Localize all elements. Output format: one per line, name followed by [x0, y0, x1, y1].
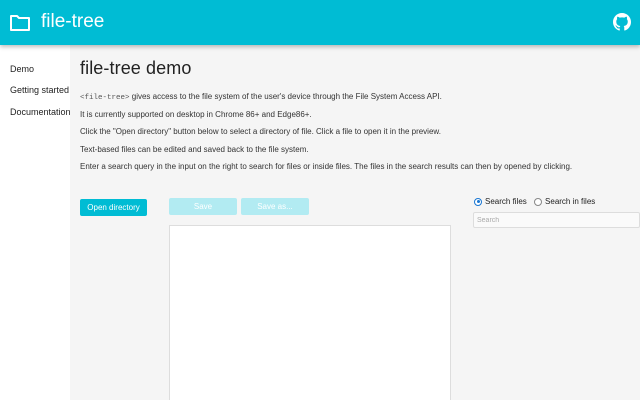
search-in-files-radio[interactable]: Search in files	[534, 197, 595, 206]
sidebar: Demo Getting started Documentation	[0, 45, 71, 400]
page-title: file-tree demo	[80, 58, 192, 78]
intro-code: <file-tree>	[80, 94, 130, 102]
search-files-radio[interactable]: Search files	[474, 197, 527, 206]
save-as-button[interactable]: Save as...	[241, 198, 309, 215]
radio-indicator	[534, 197, 543, 206]
main-content: file-tree demo <file-tree> gives access …	[70, 45, 640, 400]
search-files-label: Search files	[485, 197, 527, 206]
file-preview[interactable]	[169, 225, 451, 400]
support-text: It is currently supported on desktop in …	[80, 110, 312, 119]
search-mode: Search files Search in files	[474, 197, 600, 208]
sidebar-item-demo[interactable]: Demo	[10, 63, 34, 75]
search-in-files-label: Search in files	[545, 197, 596, 206]
open-directory-button[interactable]: Open directory	[80, 199, 147, 216]
search-help-text: Enter a search query in the input on the…	[80, 162, 573, 171]
click-text: Click the "Open directory" button below …	[80, 127, 441, 136]
intro-text: <file-tree> gives access to the file sys…	[80, 91, 442, 104]
sidebar-item-getting-started[interactable]: Getting started	[10, 84, 69, 96]
intro-rest: gives access to the file system of the u…	[129, 92, 442, 101]
save-button[interactable]: Save	[169, 198, 237, 215]
github-icon[interactable]	[613, 13, 631, 31]
app-title: file-tree	[41, 11, 105, 32]
app-header: file-tree	[0, 0, 640, 45]
folder-icon	[10, 15, 30, 31]
sidebar-item-documentation[interactable]: Documentation	[10, 106, 71, 118]
search-input[interactable]	[473, 212, 640, 228]
edit-text: Text-based files can be edited and saved…	[80, 145, 309, 154]
radio-indicator	[474, 197, 482, 206]
